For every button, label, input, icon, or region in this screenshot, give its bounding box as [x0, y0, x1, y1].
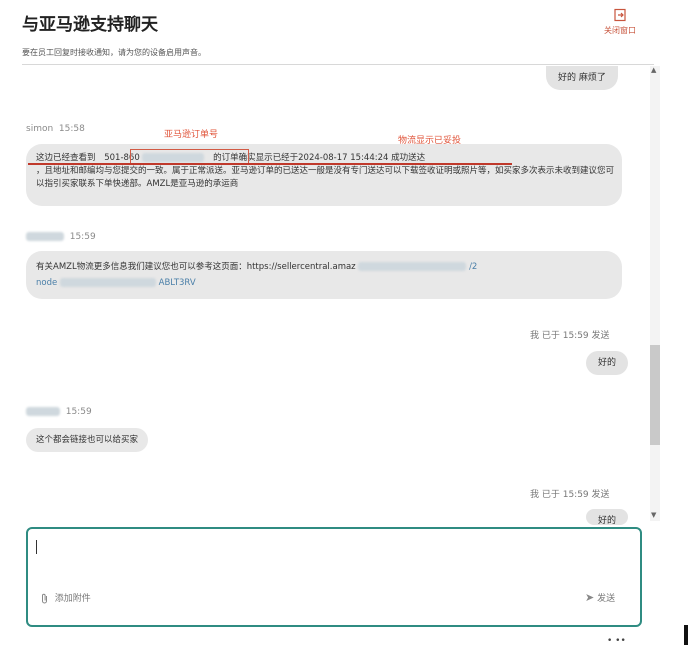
help-link-node[interactable]: node	[36, 278, 57, 288]
chat-header: 与亚马逊支持聊天 要在员工回复时接收通知，请为您的设备启用声音。 关闭窗口	[0, 0, 699, 70]
scroll-down-icon[interactable]: ▼	[651, 511, 656, 519]
send-button[interactable]: ➤ 发送	[585, 591, 615, 604]
redacted-sender	[26, 407, 60, 416]
message-bubble-incoming: 这个都会链接也可以给买家	[26, 428, 149, 452]
attach-file-button[interactable]: 添加附件	[40, 591, 91, 604]
scrollbar-thumb[interactable]	[650, 345, 660, 445]
help-link[interactable]: /2	[469, 262, 477, 272]
redacted-text	[59, 278, 156, 287]
message-text: 好的	[598, 516, 617, 525]
underline-annotation	[28, 163, 512, 165]
scroll-up-icon[interactable]: ▲	[651, 66, 656, 74]
notification-hint: 要在员工回复时接收通知，请为您的设备启用声音。	[22, 48, 206, 57]
message-bubble-outgoing: 好的	[586, 509, 629, 525]
header-divider	[22, 64, 654, 65]
message-time: 15:58	[58, 124, 85, 134]
message-time: 15:59	[65, 407, 92, 417]
message-bubble-outgoing: 好的	[586, 351, 629, 375]
paperclip-icon	[42, 593, 47, 604]
sender-name: simon	[26, 124, 54, 134]
send-icon: ➤	[585, 591, 595, 604]
close-window-label: 关闭窗口	[604, 26, 636, 35]
message-input[interactable]	[26, 527, 642, 627]
message-text: 这个都会链接也可以给买家	[36, 435, 139, 445]
more-icon: • ••	[607, 636, 626, 646]
send-label: 发送	[597, 594, 616, 604]
close-window-icon	[614, 8, 626, 22]
message-text-part: 有关AMZL物流更多信息我们建议您也可以参考这页面：https://seller…	[36, 262, 356, 272]
text-cursor	[36, 540, 37, 554]
message-bubble-incoming: 有关AMZL物流更多信息我们建议您也可以参考这页面：https://seller…	[26, 251, 622, 299]
message-sent-status: 我 已于 15:59 发送	[530, 490, 610, 500]
message-text: 好的 麻烦了	[558, 73, 606, 83]
attach-file-label: 添加附件	[54, 594, 91, 604]
redacted-sender	[26, 232, 64, 241]
edge-marker	[684, 625, 688, 645]
message-meta: simon 15:58	[26, 124, 85, 134]
redacted-text	[358, 262, 467, 271]
close-window-button[interactable]: 关闭窗口	[592, 8, 648, 42]
message-bubble-outgoing: 好的 麻烦了	[546, 66, 618, 90]
help-link-tail[interactable]: ABLT3RV	[159, 278, 196, 288]
message-meta: 15:59	[26, 232, 96, 242]
annotation-order-number: 亚马逊订单号	[164, 130, 219, 140]
message-text-part: ，且地址和邮编均与您提交的一致。属于正常派送。亚马逊订单的已送达一般是没有专门送…	[36, 166, 615, 189]
chat-scrollbar[interactable]	[650, 66, 660, 521]
message-bubble-incoming: 这边已经查看到 501-860 的订单确实显示已经于2024-08-17 15:…	[26, 144, 622, 206]
message-text: 好的	[598, 358, 617, 368]
message-time: 15:59	[69, 232, 96, 242]
message-text-part: 这边已经查看到	[36, 153, 96, 163]
page-title: 与亚马逊支持聊天	[22, 15, 158, 35]
message-meta: 15:59	[26, 407, 92, 417]
message-sent-status: 我 已于 15:59 发送	[530, 331, 610, 341]
